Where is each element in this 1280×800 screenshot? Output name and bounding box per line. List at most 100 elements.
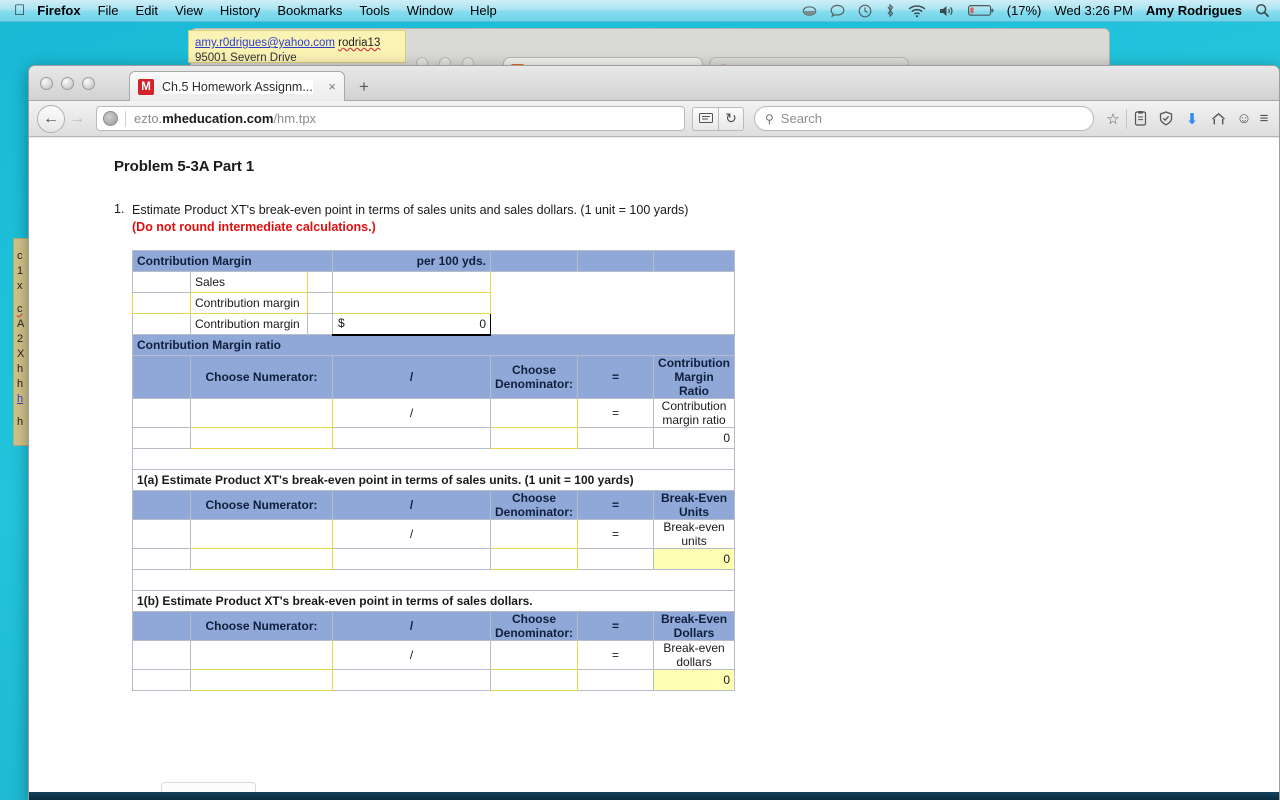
menu-item-bookmarks[interactable]: Bookmarks bbox=[277, 3, 342, 18]
pb-row1-result-label: Break-even dollars bbox=[652, 640, 736, 670]
note-email-link[interactable]: amy.r0drigues@yahoo.com bbox=[195, 37, 335, 49]
menu-bar-user[interactable]: Amy Rodrigues bbox=[1146, 3, 1242, 18]
spacer-cell bbox=[131, 448, 736, 470]
pa-row1-col1 bbox=[132, 519, 191, 549]
cm-row2-label-input[interactable]: Contribution margin bbox=[190, 292, 308, 314]
spotlight-search-icon[interactable] bbox=[1255, 3, 1270, 18]
firefox-traffic-lights[interactable] bbox=[40, 77, 95, 90]
pb-row2-numerator-input[interactable] bbox=[190, 669, 333, 691]
question-block: 1. Estimate Product XT's break-even poin… bbox=[114, 202, 1279, 236]
time-machine-icon[interactable] bbox=[858, 4, 872, 18]
bookmark-star-icon[interactable]: ☆ bbox=[1100, 110, 1126, 128]
table-spacer-row bbox=[131, 448, 736, 470]
contribution-margin-table: Contribution Margin per 100 yds. Sales C… bbox=[131, 250, 736, 691]
firefox-window[interactable]: M Ch.5 Homework Assignm... × + ← → ezto.… bbox=[28, 65, 1280, 800]
search-input[interactable]: ⚲ Search bbox=[754, 106, 1094, 131]
pb-row1-divide: / bbox=[332, 640, 491, 670]
pa-row2-col1 bbox=[132, 548, 191, 570]
page-content: Problem 5-3A Part 1 1. Estimate Product … bbox=[29, 138, 1279, 800]
window-close-button[interactable] bbox=[40, 77, 53, 90]
url-text: ezto.mheducation.com/hm.tpx bbox=[134, 111, 317, 126]
pb-row2-result: 0 bbox=[652, 669, 736, 691]
bluetooth-icon[interactable] bbox=[885, 3, 895, 18]
back-arrow-icon[interactable]: ← bbox=[37, 104, 65, 133]
menu-item-firefox[interactable]: Firefox bbox=[37, 3, 80, 18]
pb-row2-denominator-input[interactable] bbox=[490, 669, 578, 691]
cm-row3-total: $ 0 bbox=[332, 313, 491, 336]
apple-icon[interactable]:  bbox=[14, 3, 25, 18]
firefox-new-tab-button[interactable]: + bbox=[359, 77, 369, 97]
menu-item-view[interactable]: View bbox=[175, 3, 203, 18]
menu-bar-clock[interactable]: Wed 3:26 PM bbox=[1054, 3, 1133, 18]
pa-row2-numerator-input[interactable] bbox=[190, 548, 333, 570]
note-username: rodria13 bbox=[338, 37, 381, 49]
dropbox-icon[interactable] bbox=[802, 4, 817, 18]
table-row: Contribution Margin per 100 yds. bbox=[132, 250, 736, 272]
wifi-icon[interactable] bbox=[908, 4, 926, 18]
menu-item-file[interactable]: File bbox=[98, 3, 119, 18]
forward-arrow-icon[interactable]: → bbox=[65, 105, 89, 133]
menu-item-edit[interactable]: Edit bbox=[136, 3, 158, 18]
close-icon[interactable]: × bbox=[320, 79, 336, 94]
cmr-row2-denominator-input[interactable] bbox=[490, 427, 578, 449]
window-zoom-button[interactable] bbox=[82, 77, 95, 90]
part-a-title: 1(a) Estimate Product XT's break-even po… bbox=[131, 469, 736, 491]
pa-row2-denominator-input[interactable] bbox=[490, 548, 578, 570]
cmr-row1-col1 bbox=[132, 398, 191, 428]
menu-item-history[interactable]: History bbox=[220, 3, 260, 18]
table-row: 1(b) Estimate Product XT's break-even po… bbox=[131, 590, 736, 612]
firefox-tab-homework[interactable]: M Ch.5 Homework Assignm... × bbox=[129, 71, 345, 101]
menu-item-tools[interactable]: Tools bbox=[359, 3, 389, 18]
yellow-note-window[interactable]: amy.r0drigues@yahoo.com rodria13 95001 S… bbox=[188, 30, 406, 63]
cm-row3-label: Contribution margin bbox=[190, 313, 308, 335]
cmr-head-divide: / bbox=[332, 355, 491, 399]
pb-head-denominator: Choose Denominator: bbox=[490, 611, 578, 641]
search-icon: ⚲ bbox=[765, 111, 774, 126]
part-b-title: 1(b) Estimate Product XT's break-even po… bbox=[131, 590, 736, 612]
cmr-row1-denominator-input[interactable] bbox=[490, 398, 578, 428]
pb-row1-denominator-input[interactable] bbox=[490, 640, 578, 670]
table-row: Sales bbox=[132, 271, 736, 335]
pa-row2-result: 0 bbox=[652, 548, 736, 570]
cmr-head-numerator: Choose Numerator: bbox=[190, 355, 333, 399]
url-bar[interactable]: ezto.mheducation.com/hm.tpx bbox=[96, 106, 685, 131]
reload-icon[interactable]: ↻ bbox=[718, 106, 744, 131]
question-note: (Do not round intermediate calculations.… bbox=[132, 220, 376, 234]
volume-icon[interactable] bbox=[939, 4, 955, 18]
pa-row1-numerator-input[interactable] bbox=[190, 519, 333, 549]
pa-head-denominator: Choose Denominator: bbox=[490, 490, 578, 520]
menu-item-help[interactable]: Help bbox=[470, 3, 497, 18]
pa-head-result: Break-Even Units bbox=[652, 490, 736, 520]
pa-row1-denominator-input[interactable] bbox=[490, 519, 578, 549]
table-row: 1(a) Estimate Product XT's break-even po… bbox=[131, 469, 736, 491]
pb-row1-numerator-input[interactable] bbox=[190, 640, 333, 670]
table-row: Choose Numerator: / Choose Denominator: … bbox=[132, 355, 736, 399]
shield-icon[interactable] bbox=[1153, 111, 1179, 126]
sync-chat-icon[interactable]: ☺ bbox=[1231, 110, 1257, 127]
pb-head-blank bbox=[132, 611, 191, 641]
table-row: / = Break-even dollars bbox=[132, 640, 736, 670]
menu-item-window[interactable]: Window bbox=[407, 3, 453, 18]
pa-row2-equals bbox=[577, 548, 654, 570]
table-row: Choose Numerator: / Choose Denominator: … bbox=[132, 490, 736, 520]
cmr-row2-numerator-input[interactable] bbox=[190, 427, 333, 449]
battery-icon[interactable] bbox=[967, 4, 994, 17]
cm-header-per: per 100 yds. bbox=[332, 250, 491, 272]
cm-row1-label-input[interactable]: Sales bbox=[190, 271, 308, 293]
cmr-row1-numerator-input[interactable] bbox=[190, 398, 333, 428]
window-minimize-button[interactable] bbox=[61, 77, 74, 90]
pa-row1-equals: = bbox=[577, 519, 654, 549]
cm-row2-value-input[interactable] bbox=[332, 292, 491, 314]
reader-mode-icon[interactable] bbox=[692, 106, 718, 131]
cm-row2-col1-input[interactable] bbox=[132, 292, 191, 314]
menu-icon[interactable]: ≡ bbox=[1257, 110, 1271, 127]
home-icon[interactable] bbox=[1205, 112, 1231, 126]
cmr-head-blank bbox=[132, 355, 191, 399]
reading-list-icon[interactable] bbox=[1127, 111, 1153, 126]
firefox-tab-label: Ch.5 Homework Assignm... bbox=[162, 79, 313, 94]
chat-bubble-icon[interactable] bbox=[830, 4, 845, 18]
page-title: Problem 5-3A Part 1 bbox=[114, 158, 255, 175]
downloads-icon[interactable]: ⬇ bbox=[1179, 110, 1205, 128]
search-placeholder: Search bbox=[780, 111, 822, 126]
cm-row1-value-input[interactable] bbox=[332, 271, 491, 293]
